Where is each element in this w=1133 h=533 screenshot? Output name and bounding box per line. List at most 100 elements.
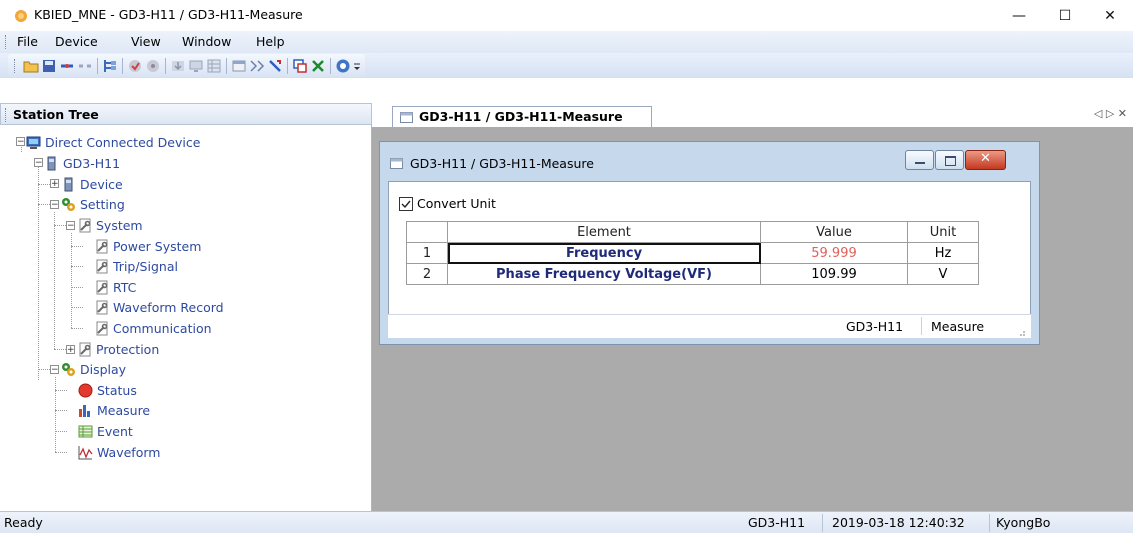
checkmark-icon [401, 200, 411, 208]
expander-setting[interactable]: − [50, 200, 59, 210]
corner-cell [406, 221, 448, 243]
panel-grip [5, 108, 9, 122]
write-setting-icon[interactable] [145, 58, 161, 74]
menu-view[interactable]: View [131, 34, 161, 49]
expander-system[interactable]: − [66, 221, 75, 231]
menu-help[interactable]: Help [256, 34, 285, 49]
window-title: KBIED_MNE - GD3-H11 / GD3-H11-Measure [34, 7, 303, 22]
wrench-page-icon [79, 218, 91, 232]
tile-vertical-icon[interactable] [267, 58, 283, 74]
child-minimize-button[interactable] [905, 150, 934, 170]
tree-view-icon[interactable] [102, 58, 118, 74]
resize-grip-icon[interactable] [1016, 327, 1026, 337]
disconnect-icon[interactable] [77, 58, 93, 74]
expander-protection[interactable]: + [66, 345, 75, 355]
tab-gd3-h11-measure[interactable]: GD3-H11 / GD3-H11-Measure [392, 106, 652, 127]
expander-root[interactable]: − [16, 137, 25, 147]
expander-device[interactable]: − [34, 158, 43, 168]
toolbar-separator [122, 57, 123, 74]
child-status-bar: GD3-H11 Measure [388, 314, 1031, 338]
toolbar-overflow-icon[interactable] [353, 58, 361, 74]
tree-node-event[interactable]: Event [78, 422, 133, 440]
element-cell[interactable]: Frequency [447, 242, 761, 264]
child-close-button[interactable]: ✕ [965, 150, 1006, 170]
table-row[interactable]: 2 Phase Frequency Voltage(VF) 109.99 V [406, 263, 979, 285]
tree-label: System [96, 217, 143, 233]
tree-node-trip-signal[interactable]: Trip/Signal [94, 257, 178, 275]
convert-unit-checkbox[interactable] [399, 196, 413, 211]
device-icon [47, 156, 56, 170]
table-row[interactable]: 1 Frequency 59.999 Hz [406, 242, 979, 264]
value-cell[interactable]: 59.999 [760, 242, 908, 264]
download-icon[interactable] [170, 58, 186, 74]
cascade-icon[interactable] [292, 58, 308, 74]
save-icon[interactable] [41, 58, 57, 74]
tree-node-gd3-h11[interactable]: GD3-H11 [44, 154, 120, 172]
table-icon[interactable] [206, 58, 222, 74]
tree-node-protection[interactable]: Protection [77, 340, 159, 358]
column-header-unit: Unit [907, 221, 979, 243]
menu-file[interactable]: File [17, 34, 38, 49]
status-divider [822, 514, 823, 532]
wrench-page-icon [79, 342, 91, 356]
tree-node-waveform[interactable]: Waveform [78, 443, 160, 461]
tree-node-root[interactable]: Direct Connected Device [26, 133, 200, 151]
toolbar [0, 53, 1133, 78]
read-setting-icon[interactable] [127, 58, 143, 74]
menu-grip [5, 35, 9, 49]
tree-node-device[interactable]: Device [61, 175, 123, 193]
menu-window[interactable]: Window [182, 34, 231, 49]
about-icon[interactable] [335, 58, 351, 74]
column-header-value: Value [760, 221, 908, 243]
window-icon[interactable] [231, 58, 247, 74]
bar-chart-icon [79, 404, 90, 417]
tree-node-waveform-record[interactable]: Waveform Record [94, 298, 224, 316]
child-restore-button[interactable] [935, 150, 964, 170]
status-ready: Ready [4, 515, 43, 530]
red-circle-icon [78, 383, 93, 397]
tree-node-communication[interactable]: Communication [94, 319, 212, 337]
tree-node-status[interactable]: Status [78, 381, 137, 399]
station-tree: − − + − − + − Direct Connected Device GD… [0, 125, 372, 511]
tree-node-power-system[interactable]: Power System [94, 237, 201, 255]
open-folder-icon[interactable] [23, 58, 39, 74]
status-bar: Ready GD3-H11 2019-03-18 12:40:32 KyongB… [0, 511, 1133, 533]
toolbar-strip [8, 54, 365, 77]
tree-label: Event [97, 423, 133, 439]
element-cell[interactable]: Phase Frequency Voltage(VF) [447, 263, 761, 285]
tile-horizontal-icon[interactable] [249, 58, 265, 74]
tree-label: Direct Connected Device [45, 134, 201, 150]
tree-node-measure[interactable]: Measure [78, 401, 150, 419]
connect-icon[interactable] [59, 58, 75, 74]
convert-unit-option[interactable]: Convert Unit [399, 196, 496, 211]
tree-node-rtc[interactable]: RTC [94, 278, 136, 296]
tree-node-display[interactable]: Display [61, 360, 126, 378]
tree-node-setting[interactable]: Setting [61, 195, 125, 213]
minimize-button[interactable]: — [996, 0, 1042, 31]
row-number: 1 [406, 242, 448, 264]
event-table-icon [78, 425, 93, 437]
toolbar-separator [97, 57, 98, 74]
station-tree-title: Station Tree [13, 107, 99, 122]
row-number: 2 [406, 263, 448, 285]
unit-cell[interactable]: V [907, 263, 979, 285]
maximize-button[interactable]: ☐ [1042, 0, 1088, 31]
menu-device[interactable]: Device [55, 34, 98, 49]
tree-label: Setting [80, 196, 125, 212]
expander-device-child[interactable]: + [50, 179, 59, 189]
toolbar-separator [165, 57, 166, 74]
tree-node-system[interactable]: System [77, 216, 143, 234]
expander-display[interactable]: − [50, 365, 59, 375]
monitor-icon[interactable] [188, 58, 204, 74]
document-icon [390, 158, 403, 169]
close-button[interactable]: ✕ [1087, 0, 1133, 31]
tree-label: Power System [113, 238, 202, 254]
status-divider [989, 514, 990, 532]
menu-bar: File Device View Window Help [0, 31, 1133, 53]
wrench-page-icon [96, 280, 108, 294]
unit-cell[interactable]: Hz [907, 242, 979, 264]
close-all-icon[interactable] [310, 58, 326, 74]
waveform-icon [78, 445, 93, 459]
tab-navigation[interactable]: ◁ ▷ ✕ [1094, 107, 1127, 120]
value-cell[interactable]: 109.99 [760, 263, 908, 285]
